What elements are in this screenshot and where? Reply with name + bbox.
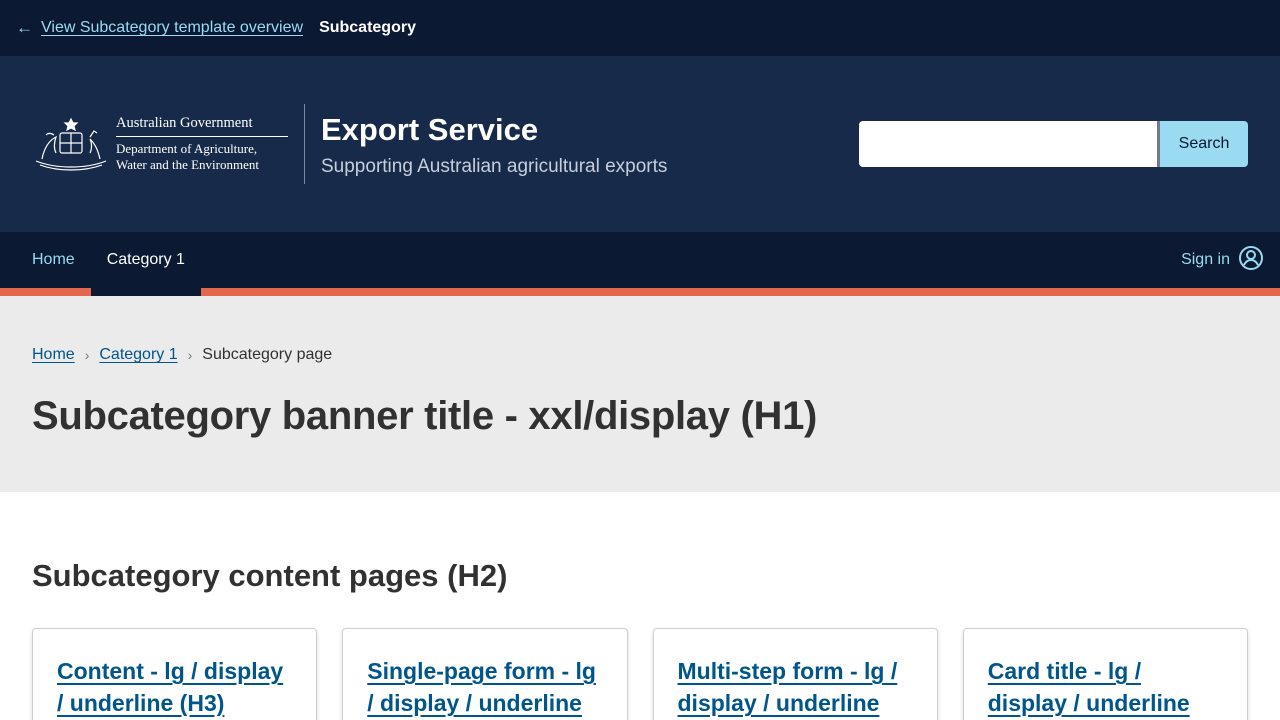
site-header: Australian Government Department of Agri… [0, 56, 1280, 232]
card-title-link[interactable]: Multi-step form - lg / display / underli… [678, 658, 898, 716]
service-title: Export Service [321, 112, 539, 147]
section-title: Subcategory content pages (H2) [32, 558, 508, 593]
main-content: Subcategory content pages (H2) Content -… [0, 492, 1280, 720]
nav-item-category-1[interactable]: Category 1 [90, 232, 201, 296]
card: Content - lg / display / underline (H3) [32, 628, 318, 720]
brand-divider [304, 104, 305, 184]
page-title: Subcategory banner title - xxl/display (… [32, 394, 818, 438]
sign-in-label: Sign in [1181, 251, 1230, 268]
breadcrumb-home[interactable]: Home [32, 346, 75, 364]
search-form: Search [859, 121, 1248, 167]
card-list: Content - lg / display / underline (H3) … [32, 628, 1248, 720]
card-title-link[interactable]: Content - lg / display / underline (H3) [57, 658, 283, 716]
card-title-link[interactable]: Single-page form - lg / display / underl… [367, 658, 596, 716]
chevron-right-icon: › [187, 347, 193, 363]
main-nav: Home Category 1 Sign in [0, 232, 1280, 296]
breadcrumb-current: Subcategory page [202, 346, 333, 363]
card: Multi-step form - lg / display / underli… [652, 628, 938, 720]
government-wordmark: Australian Government Department of Agri… [116, 115, 288, 173]
gov-name: Australian Government [116, 115, 288, 137]
view-template-overview-link[interactable]: View Subcategory template overview [41, 19, 303, 37]
card-title-link[interactable]: Card title - lg / display / underline [988, 658, 1190, 716]
back-link-group[interactable]: ← View Subcategory template overview [16, 18, 303, 38]
card: Card title - lg / display / underline [962, 628, 1248, 720]
template-topbar: ← View Subcategory template overview Sub… [0, 0, 1280, 56]
user-avatar-icon [1238, 245, 1264, 276]
nav-item-home[interactable]: Home [16, 232, 91, 288]
arrow-left-icon: ← [16, 18, 33, 37]
dept-line-2: Water and the Environment [116, 157, 259, 172]
breadcrumb-category-1[interactable]: Category 1 [99, 346, 177, 364]
sign-in-link[interactable]: Sign in [1181, 245, 1264, 276]
breadcrumb: Home › Category 1 › Subcategory page [32, 346, 1248, 364]
current-template-label: Subcategory [319, 19, 416, 36]
dept-line-1: Department of Agriculture, [116, 141, 258, 156]
service-name: Export Service Supporting Australian agr… [321, 110, 667, 178]
chevron-right-icon: › [84, 347, 90, 363]
coat-of-arms-logo [32, 115, 110, 173]
search-button[interactable]: Search [1160, 121, 1248, 167]
page-banner: Home › Category 1 › Subcategory page Sub… [0, 296, 1280, 492]
nav-items: Home Category 1 [16, 232, 201, 296]
search-input[interactable] [859, 121, 1157, 167]
card: Single-page form - lg / display / underl… [342, 628, 628, 720]
service-subtitle: Supporting Australian agricultural expor… [321, 156, 668, 177]
brand[interactable]: Australian Government Department of Agri… [32, 104, 667, 184]
